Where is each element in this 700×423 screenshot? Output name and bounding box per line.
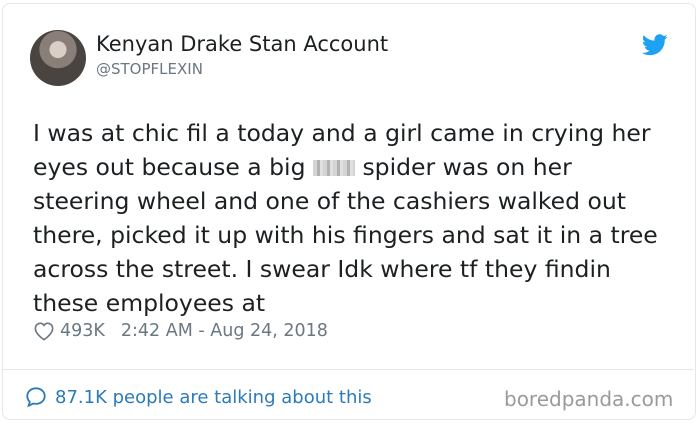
- speech-bubble-icon: [26, 387, 46, 408]
- author-handle[interactable]: @STOPFLEXIN: [96, 60, 203, 78]
- watermark: boredpanda.com: [504, 387, 674, 411]
- tweet-timestamp[interactable]: 2:42 AM - Aug 24, 2018: [121, 321, 328, 341]
- tweet-text: I was at chic fil a today and a girl cam…: [33, 116, 673, 320]
- author-name[interactable]: Kenyan Drake Stan Account: [96, 32, 388, 56]
- censored-word: [312, 160, 355, 176]
- twitter-bird-icon[interactable]: [642, 34, 668, 56]
- divider: [2, 369, 694, 370]
- tweet-meta: 493K 2:42 AM - Aug 24, 2018: [33, 321, 328, 341]
- talking-link[interactable]: 87.1K people are talking about this: [25, 386, 372, 408]
- avatar[interactable]: [30, 30, 86, 86]
- heart-icon[interactable]: [33, 321, 55, 341]
- talking-label[interactable]: 87.1K people are talking about this: [55, 387, 372, 408]
- like-count[interactable]: 493K: [60, 321, 105, 341]
